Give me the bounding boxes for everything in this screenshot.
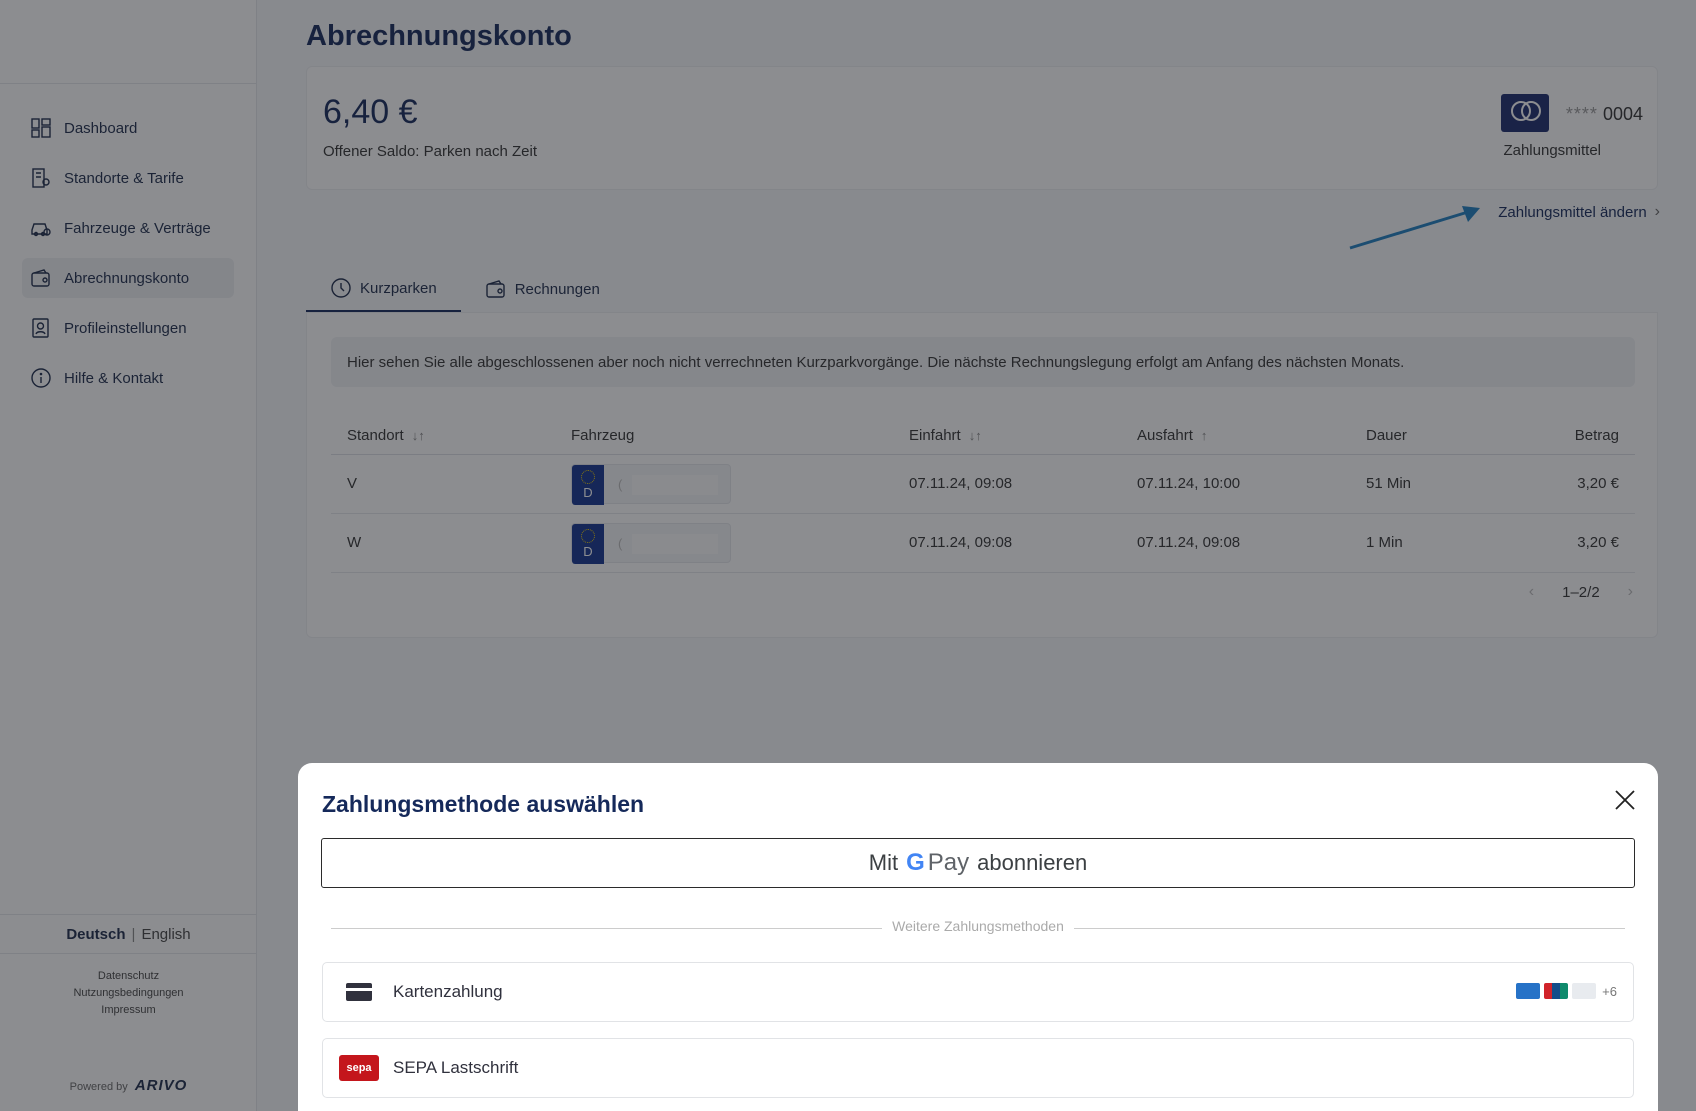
google-pay-button[interactable]: Mit G Pay abonnieren — [321, 838, 1635, 888]
gpay-prefix: Mit — [868, 850, 899, 875]
method-kartenzahlung[interactable]: Kartenzahlung +6 — [322, 962, 1634, 1022]
payment-method-modal: Zahlungsmethode auswählen Mit G Pay abon… — [298, 763, 1658, 1111]
card-brand-badges: +6 — [1512, 983, 1617, 999]
method-label: SEPA Lastschrift — [393, 1058, 519, 1077]
google-pay-icon: G Pay — [906, 849, 970, 876]
sepa-icon: sepa — [339, 1055, 379, 1081]
amex-icon — [1516, 983, 1541, 999]
modal-title: Zahlungsmethode auswählen — [322, 791, 645, 817]
method-sepa[interactable]: sepa SEPA Lastschrift — [322, 1038, 1634, 1098]
method-label: Kartenzahlung — [393, 982, 503, 1001]
close-icon[interactable] — [1612, 787, 1638, 813]
divider-label: Weitere Zahlungsmethoden — [298, 918, 1658, 936]
gpay-suffix: abonnieren — [977, 850, 1088, 875]
more-brands-count: +6 — [1602, 983, 1617, 999]
diners-icon — [1572, 983, 1597, 999]
unionpay-icon — [1544, 983, 1569, 999]
credit-card-icon — [339, 979, 379, 1005]
